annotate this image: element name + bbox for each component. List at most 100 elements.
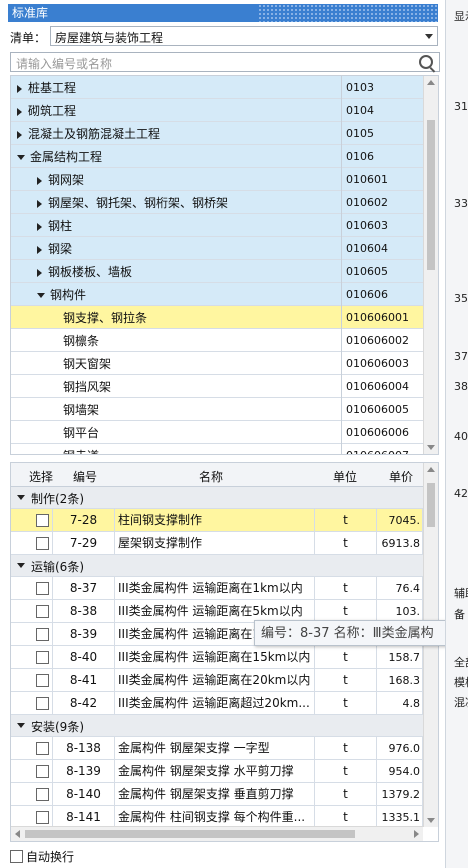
scroll-down-icon[interactable] — [427, 445, 435, 450]
table-row[interactable]: 8-40 III类金属构件 运输距离在15km以内 t 158.7 — [11, 646, 423, 669]
table-row[interactable]: 8-140 金属构件 钢屋架支撑 垂直剪刀撑 t 1379.2 — [11, 783, 423, 806]
row-checkbox[interactable] — [36, 582, 49, 595]
tab-template[interactable]: 模板 — [454, 674, 468, 690]
search-icon[interactable] — [419, 55, 433, 69]
row-checkbox[interactable] — [36, 788, 49, 801]
row-checkbox[interactable] — [36, 811, 49, 824]
tree-node-label: 钢天窗架 — [63, 357, 112, 371]
row-checkbox[interactable] — [36, 651, 49, 664]
table-row[interactable]: 8-37 III类金属构件 运输距离在1km以内 t 76.4 — [11, 577, 423, 600]
collapsed-triangle-icon[interactable] — [17, 107, 22, 116]
grid-hscrollbar[interactable] — [11, 826, 423, 841]
tree-node[interactable]: 钢柱 010603 — [11, 214, 423, 237]
tree-node[interactable]: 钢梁 010604 — [11, 237, 423, 260]
row-checkbox[interactable] — [36, 537, 49, 550]
row-checkbox[interactable] — [36, 697, 49, 710]
table-row[interactable]: 7-28 柱间钢支撑制作 t 7045. — [11, 509, 423, 532]
cell-name: 屋架钢支撑制作 — [115, 532, 315, 555]
table-row[interactable]: 8-138 金属构件 钢屋架支撑 一字型 t 976.0 — [11, 737, 423, 760]
scroll-down-icon[interactable] — [427, 818, 435, 823]
row-checkbox[interactable] — [36, 674, 49, 687]
row-select-cell[interactable] — [11, 783, 53, 806]
tab-all[interactable]: 全部 — [454, 654, 468, 670]
table-row[interactable]: 8-139 金属构件 钢屋架支撑 水平剪刀撑 t 954.0 — [11, 760, 423, 783]
row-select-cell[interactable] — [11, 737, 53, 760]
header-name[interactable]: 名称 — [199, 468, 223, 485]
collapsed-triangle-icon[interactable] — [17, 84, 22, 93]
row-select-cell[interactable] — [11, 669, 53, 692]
tree-node[interactable]: 桩基工程 0103 — [11, 76, 423, 99]
header-no[interactable]: 编号 — [73, 468, 97, 485]
tree-node-code: 0104 — [341, 99, 374, 122]
tree-node[interactable]: 钢屋架、钢托架、钢桁架、钢桥架 010602 — [11, 191, 423, 214]
tree-node[interactable]: 钢支撑、钢拉条 010606001 — [11, 306, 423, 329]
scroll-up-icon[interactable] — [427, 80, 435, 85]
group-row[interactable]: 运输(6条) — [11, 555, 423, 577]
row-select-cell[interactable] — [11, 600, 53, 623]
list-select[interactable]: 房屋建筑与装饰工程 — [50, 26, 438, 46]
collapsed-triangle-icon[interactable] — [37, 199, 42, 208]
header-unit[interactable]: 单位 — [333, 468, 357, 485]
group-row[interactable]: 制作(2条) — [11, 487, 423, 509]
row-select-cell[interactable] — [11, 692, 53, 715]
tree-node[interactable]: 钢檩条 010606002 — [11, 329, 423, 352]
tree-node-name: 钢屋架、钢托架、钢桁架、钢桥架 — [37, 194, 228, 211]
row-select-cell[interactable] — [11, 646, 53, 669]
tree-node[interactable]: 钢构件 010606 — [11, 283, 423, 306]
tree-node-name: 钢墙架 — [63, 401, 99, 418]
row-checkbox[interactable] — [36, 605, 49, 618]
row-select-cell[interactable] — [11, 577, 53, 600]
checkbox-box[interactable] — [10, 850, 23, 863]
collapsed-triangle-icon[interactable] — [37, 222, 42, 231]
tree-node[interactable]: 钢平台 010606006 — [11, 421, 423, 444]
tooltip: 编号：8-37 名称：Ⅲ类金属构 — [254, 620, 468, 646]
group-row[interactable]: 安装(9条) — [11, 715, 423, 737]
search-input[interactable]: 请输入编号或名称 — [10, 52, 440, 72]
row-checkbox[interactable] — [36, 742, 49, 755]
row-select-cell[interactable] — [11, 532, 53, 555]
expanded-triangle-icon[interactable] — [17, 495, 25, 500]
tree-node-code: 010606 — [341, 283, 388, 306]
tree-node[interactable]: 钢天窗架 010606003 — [11, 352, 423, 375]
cell-price: 976.0 — [377, 737, 423, 760]
scroll-up-icon[interactable] — [427, 467, 435, 472]
cell-name: III类金属构件 运输距离在15km以内 — [115, 646, 315, 669]
scrollbar-thumb[interactable] — [427, 120, 435, 270]
tree-node[interactable]: 金属结构工程 0106 — [11, 145, 423, 168]
table-row[interactable]: 8-42 III类金属构件 运输距离超过20km... t 4.8 — [11, 692, 423, 715]
tree-node[interactable]: 钢挡风架 010606004 — [11, 375, 423, 398]
row-checkbox[interactable] — [36, 628, 49, 641]
tree-node[interactable]: 钢墙架 010606005 — [11, 398, 423, 421]
expanded-triangle-icon[interactable] — [17, 723, 25, 728]
table-row[interactable]: 8-41 III类金属构件 运输距离在20km以内 t 168.3 — [11, 669, 423, 692]
scroll-left-icon[interactable] — [15, 830, 20, 838]
row-select-cell[interactable] — [11, 760, 53, 783]
scrollbar-thumb[interactable] — [427, 483, 435, 527]
table-row[interactable]: 7-29 屋架钢支撑制作 t 6913.8 — [11, 532, 423, 555]
row-checkbox[interactable] — [36, 765, 49, 778]
tree-node[interactable]: 砌筑工程 0104 — [11, 99, 423, 122]
collapsed-triangle-icon[interactable] — [17, 130, 22, 139]
row-select-cell[interactable] — [11, 509, 53, 532]
header-select[interactable]: 选择 — [29, 468, 53, 485]
collapsed-triangle-icon[interactable] — [37, 245, 42, 254]
header-price[interactable]: 单价 — [389, 468, 413, 485]
row-select-cell[interactable] — [11, 623, 53, 646]
cell-unit: t — [315, 737, 377, 760]
tree-scrollbar[interactable] — [423, 76, 438, 454]
hscrollbar-thumb[interactable] — [25, 830, 355, 838]
tree-node[interactable]: 混凝土及钢筋混凝土工程 0105 — [11, 122, 423, 145]
expanded-triangle-icon[interactable] — [17, 155, 25, 160]
tree-node[interactable]: 钢网架 010601 — [11, 168, 423, 191]
cell-no: 8-38 — [53, 600, 115, 623]
scroll-right-icon[interactable] — [414, 830, 419, 838]
collapsed-triangle-icon[interactable] — [37, 268, 42, 277]
tree-node[interactable]: 钢走道 010606007 — [11, 444, 423, 454]
tab-concrete[interactable]: 混凝 — [454, 694, 468, 710]
collapsed-triangle-icon[interactable] — [37, 176, 42, 185]
list-label: 清单： — [10, 31, 47, 45]
expanded-triangle-icon[interactable] — [37, 293, 45, 298]
row-checkbox[interactable] — [36, 514, 49, 527]
expanded-triangle-icon[interactable] — [17, 563, 25, 568]
tree-node[interactable]: 钢板楼板、墙板 010605 — [11, 260, 423, 283]
